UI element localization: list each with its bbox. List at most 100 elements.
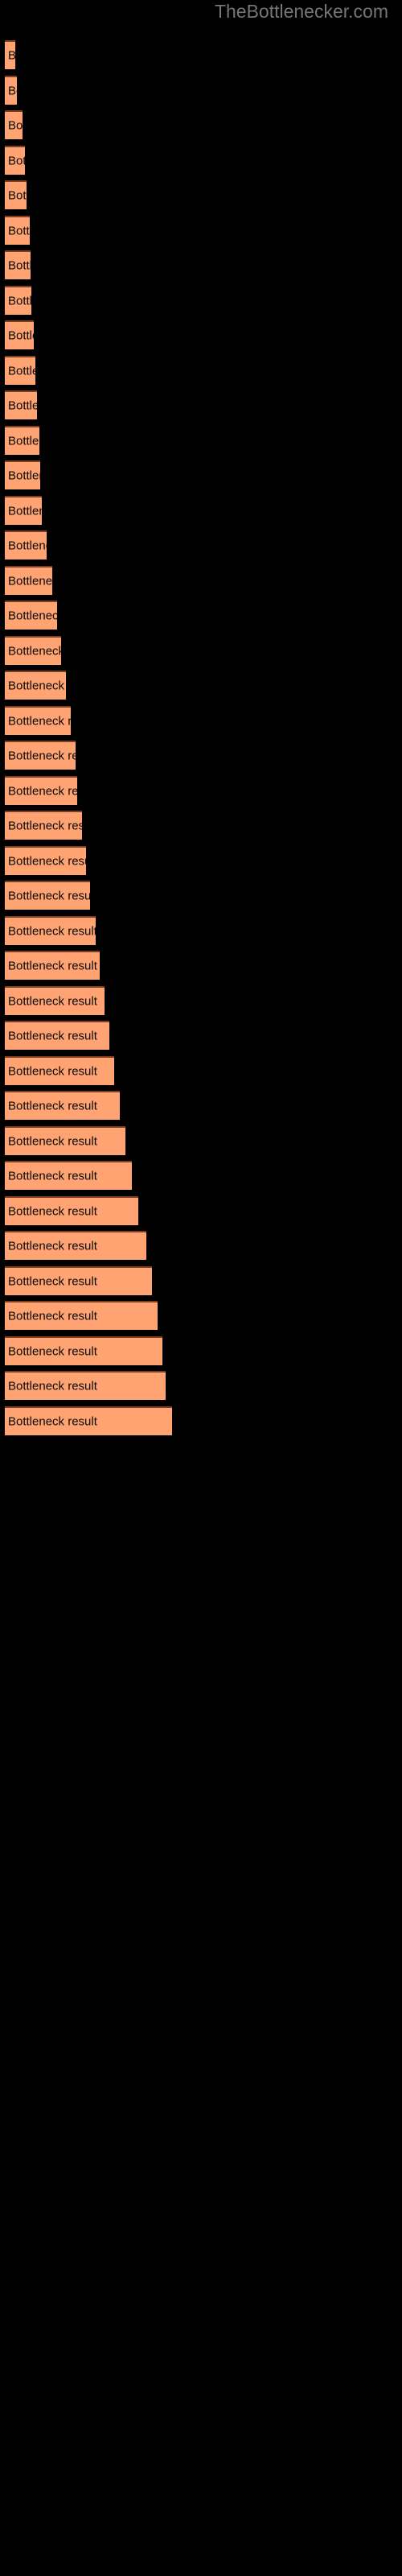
bar-row: Bottleneck result (5, 1335, 162, 1365)
bar-row: Bottleneck result (5, 915, 96, 945)
bar: Bottleneck result (5, 775, 77, 805)
bar: Bottleneck result (5, 951, 100, 980)
bar-row: Bottleneck result (5, 460, 40, 489)
bar-row: Bottleneck result (5, 390, 37, 419)
bar-label: Bottleneck result (8, 434, 39, 448)
bar-label: Bottleneck result (8, 1064, 97, 1078)
bar-row: Bottleneck result (5, 250, 31, 279)
bar-row: Bottleneck result (5, 110, 23, 139)
bar-row: Bottleneck result (5, 1055, 114, 1085)
bar-row: Bottleneck result (5, 1371, 166, 1400)
bar-label: Bottleneck result (8, 889, 90, 903)
bar: Bottleneck result (5, 1406, 172, 1435)
bar: Bottleneck result (5, 565, 52, 595)
bar-label: Bottleneck result (8, 224, 30, 237)
bar: Bottleneck result (5, 601, 57, 630)
bar-label: Bottleneck result (8, 188, 27, 203)
bar-label: Bottleneck result (8, 1239, 97, 1253)
bar-label: Bottleneck result (8, 1169, 97, 1183)
bar-label: Bottleneck result (8, 959, 97, 973)
bar-row: Bottleneck result (5, 355, 35, 385)
bar-row: Bottleneck result (5, 565, 52, 595)
bar: Bottleneck result (5, 1021, 109, 1050)
bar: Bottleneck result (5, 390, 37, 419)
bar-row: Bottleneck result (5, 1021, 109, 1050)
bar: Bottleneck result (5, 705, 71, 735)
bar: Bottleneck result (5, 1195, 138, 1225)
bar-label: Bottleneck result (8, 118, 23, 133)
bar: Bottleneck result (5, 250, 31, 279)
bar-row: Bottleneck result (5, 1161, 132, 1190)
bar: Bottleneck result (5, 845, 86, 875)
bar: Bottleneck result (5, 985, 105, 1015)
bar-label: Bottleneck result (8, 994, 97, 1008)
bar-row: Bottleneck result (5, 1301, 158, 1330)
bar-row: Bottleneck result (5, 1125, 125, 1155)
bar-label: Bottleneck result (8, 1344, 97, 1358)
bar-label: Bottleneck result (8, 644, 61, 658)
bar-label: Bottleneck result (8, 854, 86, 868)
bar-row: Bottleneck result (5, 1265, 152, 1295)
bar-row: Bottleneck result (5, 1406, 172, 1435)
bar-label: Bottleneck result (8, 364, 35, 378)
bar: Bottleneck result (5, 460, 40, 489)
bar-row: Bottleneck result (5, 40, 15, 69)
bar-label: Bottleneck result (8, 1029, 97, 1043)
bar-row: Bottleneck result (5, 705, 71, 735)
bar-label: Bottleneck result (8, 1309, 97, 1323)
bar-label: Bottleneck result (8, 714, 71, 728)
bar-label: Bottleneck result (8, 924, 96, 938)
bar-label: Bottleneck result (8, 258, 31, 273)
bar: Bottleneck result (5, 285, 31, 315)
bar-label: Bottleneck result (8, 1414, 97, 1428)
bar: Bottleneck result (5, 180, 27, 209)
bar: Bottleneck result (5, 1091, 120, 1120)
bar-label: Bottleneck result (8, 609, 57, 623)
bar-label: Bottleneck result (8, 784, 77, 798)
bar: Bottleneck result (5, 1265, 152, 1295)
bar: Bottleneck result (5, 1125, 125, 1155)
bar: Bottleneck result (5, 811, 82, 840)
bar-row: Bottleneck result (5, 215, 30, 245)
bar: Bottleneck result (5, 1231, 146, 1260)
bar-row: Bottleneck result (5, 845, 86, 875)
bar-label: Bottleneck result (8, 1134, 97, 1148)
bar-label: Bottleneck result (8, 1099, 97, 1113)
bar-row: Bottleneck result (5, 530, 47, 559)
bar-row: Bottleneck result (5, 1091, 120, 1120)
bar: Bottleneck result (5, 1335, 162, 1365)
bar: Bottleneck result (5, 320, 34, 349)
bar: Bottleneck result (5, 495, 42, 525)
bar-row: Bottleneck result (5, 495, 42, 525)
bar-row: Bottleneck result (5, 145, 25, 175)
bar-row: Bottleneck result (5, 1231, 146, 1260)
bar-label: Bottleneck result (8, 1274, 97, 1288)
bar-row: Bottleneck result (5, 180, 27, 209)
bar-row: Bottleneck result (5, 320, 34, 349)
bar-label: Bottleneck result (8, 819, 82, 833)
bar-row: Bottleneck result (5, 635, 61, 665)
bar: Bottleneck result (5, 1161, 132, 1190)
bar-label: Bottleneck result (8, 328, 34, 343)
bar: Bottleneck result (5, 110, 23, 139)
bar-row: Bottleneck result (5, 425, 39, 455)
bar: Bottleneck result (5, 1055, 114, 1085)
bar: Bottleneck result (5, 425, 39, 455)
bar: Bottleneck result (5, 75, 17, 105)
bar-row: Bottleneck result (5, 881, 90, 910)
bar: Bottleneck result (5, 530, 47, 559)
bar-row: Bottleneck result (5, 775, 77, 805)
bar: Bottleneck result (5, 1371, 166, 1400)
bar-row: Bottleneck result (5, 811, 82, 840)
bar-row: Bottleneck result (5, 985, 105, 1015)
bar-label: Bottleneck result (8, 398, 37, 413)
bar-label: Bottleneck result (8, 679, 66, 693)
bar-row: Bottleneck result (5, 285, 31, 315)
bar: Bottleneck result (5, 671, 66, 700)
bar-row: Bottleneck result (5, 1195, 138, 1225)
bar-label: Bottleneck result (8, 539, 47, 553)
bar-label: Bottleneck result (8, 1379, 97, 1393)
bar-label: Bottleneck result (8, 294, 31, 308)
bar: Bottleneck result (5, 881, 90, 910)
bar: Bottleneck result (5, 355, 35, 385)
